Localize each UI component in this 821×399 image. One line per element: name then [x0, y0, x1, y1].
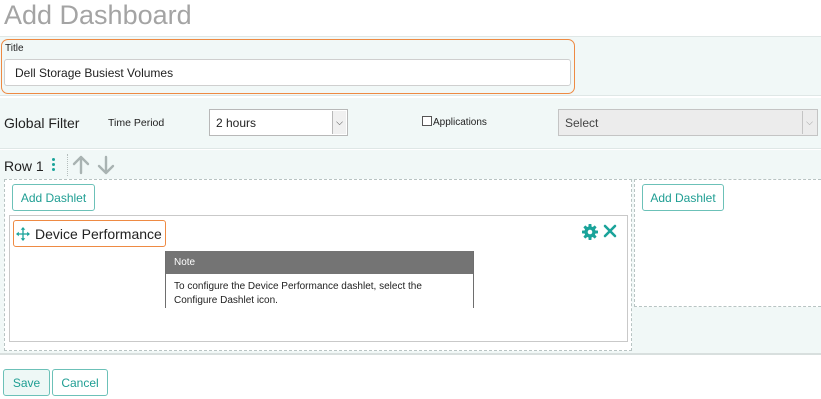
chevron-down-icon: ⌵: [332, 111, 346, 134]
row-label: Row 1: [4, 158, 44, 174]
add-dashlet-button-right[interactable]: Add Dashlet: [642, 184, 724, 211]
arrow-up-icon[interactable]: [72, 155, 90, 175]
time-period-select[interactable]: 2 hours ⌵: [209, 109, 348, 136]
time-period-value: 2 hours: [216, 116, 257, 130]
note-popover: Note To configure the Device Performance…: [165, 251, 474, 308]
dashlet-title: Device Performance: [35, 226, 162, 242]
note-title: Note: [166, 251, 473, 274]
applications-select[interactable]: Select ⌵: [558, 109, 818, 136]
dashlet-device-performance: Device Performance Note To configure the…: [9, 215, 628, 342]
gear-icon[interactable]: [582, 224, 598, 240]
global-filter-label: Global Filter: [4, 115, 80, 131]
chevron-down-icon: ⌵: [802, 111, 816, 134]
time-period-label: Time Period: [108, 117, 165, 129]
row-menu-icon[interactable]: [49, 156, 57, 174]
applications-label: Applications: [433, 117, 487, 128]
move-icon[interactable]: [16, 227, 30, 241]
add-dashlet-button[interactable]: Add Dashlet: [12, 184, 95, 211]
title-section: Title: [0, 36, 821, 96]
page-title: Add Dashboard: [4, 0, 192, 30]
cancel-button[interactable]: Cancel: [52, 369, 108, 396]
title-field-group: Title: [1, 39, 575, 94]
applications-checkbox[interactable]: [422, 116, 432, 126]
dashlet-header[interactable]: Device Performance: [13, 220, 166, 247]
dashlet-column-right: Add Dashlet: [634, 179, 821, 307]
global-filter-bar: Global Filter Time Period 2 hours ⌵ Appl…: [0, 98, 821, 149]
applications-toggle[interactable]: Applications: [422, 116, 487, 128]
arrow-down-icon[interactable]: [97, 155, 115, 175]
close-icon[interactable]: [603, 224, 617, 238]
divider: [67, 154, 68, 176]
dashboard-row: Row 1 Add Dashlet Device Performance Not…: [0, 150, 821, 355]
title-input[interactable]: [4, 59, 571, 86]
applications-select-value: Select: [565, 116, 599, 130]
note-text: To configure the Device Performance dash…: [174, 281, 422, 306]
dashlet-column-left: Add Dashlet Device Performance Note To c…: [4, 179, 632, 351]
save-button[interactable]: Save: [3, 369, 50, 396]
title-label: Title: [5, 43, 24, 54]
